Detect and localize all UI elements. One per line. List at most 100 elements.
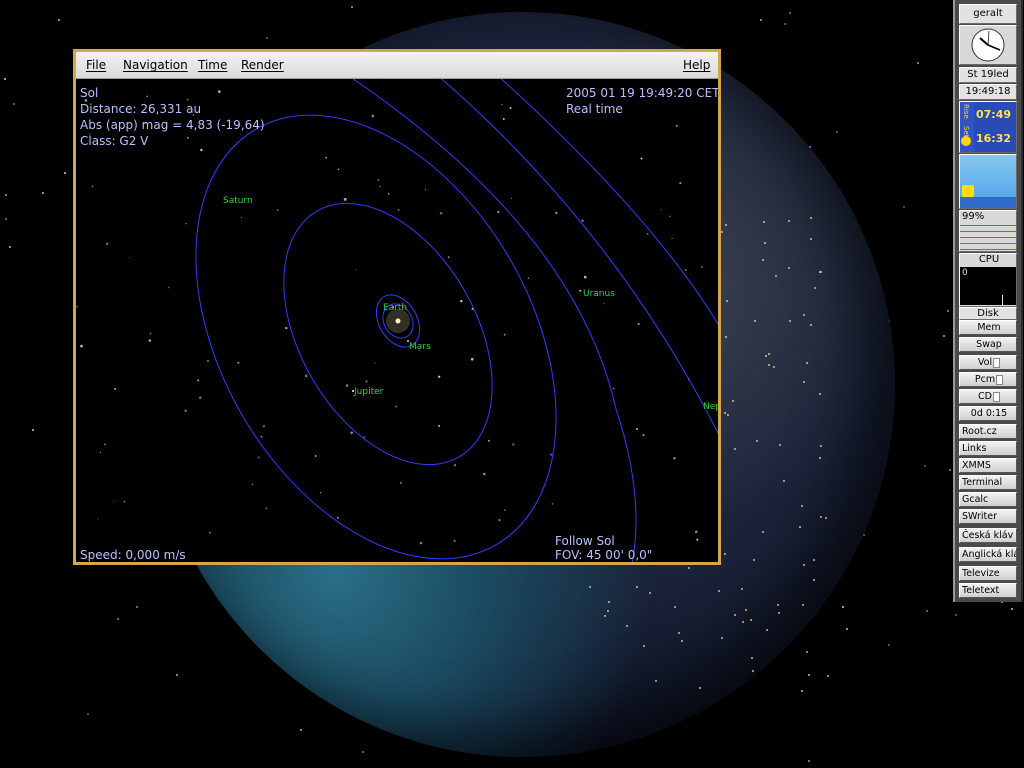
viewport-star [105, 242, 109, 245]
viewport-star [76, 305, 79, 308]
star [888, 644, 890, 646]
city-light [726, 300, 728, 302]
star [947, 310, 949, 312]
launcher-english-keyboard[interactable]: Anglická kláv [959, 547, 1017, 562]
viewport-star [503, 333, 506, 336]
cpu-graph: 0 [960, 267, 1016, 305]
city-light [806, 362, 808, 364]
viewport-star [498, 519, 501, 522]
launcher-links[interactable]: Links [959, 441, 1017, 456]
star [917, 62, 919, 64]
viewport-star [337, 168, 340, 171]
cpu-value: 0 [962, 268, 968, 278]
hud-distance: Distance: 26,331 au [80, 102, 202, 116]
sun-times-tile[interactable]: Rise Set 07:49 16:32 [959, 101, 1017, 153]
viewport-star [646, 232, 649, 235]
space-viewport[interactable]: Earth Mars Jupiter Saturn Uranus Nep Sol… [76, 79, 718, 562]
launcher-teletext[interactable]: Teletext [959, 583, 1017, 598]
city-light [745, 609, 747, 611]
pcm-slider-icon [996, 374, 1004, 385]
weather-tile[interactable] [959, 154, 1017, 209]
pcm-button[interactable]: Pcm [959, 372, 1017, 387]
viewport-star [97, 518, 99, 520]
city-light [636, 586, 638, 588]
orbit-saturn [195, 114, 557, 560]
hud-class: Class: G2 V [80, 134, 149, 148]
vol-button[interactable]: Vol [959, 355, 1017, 370]
user-name: geralt [973, 8, 1003, 19]
uptime-display: 0d 0:15 [959, 406, 1017, 421]
water-icon [960, 197, 1016, 208]
viewport-star [438, 424, 441, 427]
viewport-star [399, 481, 403, 485]
vol-slider-icon [993, 357, 1001, 368]
clock-tile[interactable] [959, 25, 1017, 65]
city-light [765, 355, 767, 357]
viewport-star [439, 211, 443, 215]
menu-help[interactable]: Help [683, 58, 710, 72]
launcher-terminal[interactable]: Terminal [959, 475, 1017, 490]
menu-navigation[interactable]: Navigation [123, 58, 188, 72]
star [5, 218, 7, 220]
label-earth: Earth [383, 303, 407, 313]
viewport-star [197, 379, 200, 382]
launcher-gcalc[interactable]: Gcalc [959, 492, 1017, 507]
label-mars: Mars [409, 342, 431, 352]
viewport-star [637, 322, 640, 326]
viewport-star [512, 443, 515, 446]
menu-bar: File Navigation Time Render Help [76, 52, 718, 79]
menu-file[interactable]: File [86, 58, 106, 72]
viewport-star [675, 124, 678, 127]
star [300, 729, 302, 731]
city-light [825, 517, 827, 519]
star [955, 614, 957, 616]
viewport-star [350, 431, 353, 435]
star [943, 335, 945, 337]
city-light [734, 614, 736, 616]
viewport-star [438, 375, 441, 378]
star [32, 429, 34, 431]
mem-label: Mem [977, 322, 1001, 333]
label-saturn: Saturn [223, 196, 253, 206]
city-light [808, 674, 810, 676]
launcher-swriter[interactable]: SWriter [959, 509, 1017, 524]
uptime-text: 0d 0:15 [970, 408, 1008, 419]
city-light [766, 629, 768, 631]
launcher-xmms[interactable]: XMMS [959, 458, 1017, 473]
city-light [801, 505, 803, 507]
city-light [674, 606, 676, 608]
star [42, 192, 44, 194]
viewport-star [113, 387, 117, 391]
cd-button[interactable]: CD [959, 389, 1017, 404]
launcher-czech-keyboard[interactable]: Česká kláv [959, 528, 1017, 543]
star [949, 469, 951, 471]
menu-time[interactable]: Time [198, 58, 227, 72]
city-light [820, 445, 822, 447]
viewport-star [377, 178, 380, 182]
launcher-root-cz[interactable]: Root.cz [959, 424, 1017, 439]
star [351, 6, 353, 8]
date-text: St 19led [967, 69, 1009, 80]
viewport-star [104, 443, 106, 445]
launcher-televize[interactable]: Televize [959, 566, 1017, 581]
city-light [753, 559, 755, 561]
viewport-star [419, 541, 423, 545]
cpu-tile[interactable]: CPU 0 [959, 253, 1017, 307]
analog-clock-icon [971, 28, 1005, 62]
hud-fov: FOV: 45 00' 0,0" [555, 548, 653, 562]
menu-render[interactable]: Render [241, 58, 284, 72]
disk-tile[interactable]: Disk [959, 307, 1017, 320]
city-light [649, 592, 651, 594]
viewport-star [636, 428, 638, 430]
city-light [802, 604, 804, 606]
viewport-star [240, 216, 243, 218]
disk-label: Disk [977, 308, 999, 319]
mem-button[interactable]: Mem [959, 320, 1017, 335]
swap-button[interactable]: Swap [959, 337, 1017, 352]
user-tile[interactable]: geralt [959, 4, 1017, 24]
city-light [789, 320, 791, 322]
viewport-star [262, 424, 266, 428]
battery-tile[interactable]: 99% [959, 210, 1017, 252]
viewport-star [149, 332, 152, 335]
viewport-star [371, 114, 375, 118]
